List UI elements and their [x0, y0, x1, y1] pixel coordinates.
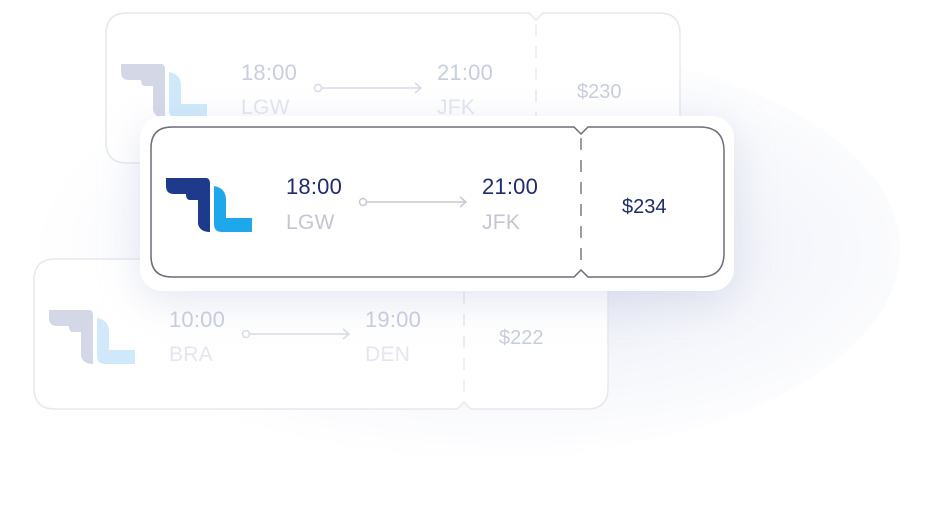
- ticket-price: $230: [577, 81, 622, 103]
- route-arrow-icon: [241, 328, 351, 340]
- arrival-airport-code: JFK: [482, 211, 521, 234]
- arrival-time: 19:00: [365, 307, 422, 332]
- airline-wing-logo-icon: [49, 310, 135, 364]
- departure-airport-code: BRA: [169, 343, 214, 366]
- departure-time: 10:00: [169, 307, 226, 332]
- route-arrow-icon: [358, 196, 468, 208]
- arrival-time: 21:00: [482, 174, 539, 199]
- airline-wing-logo-icon: [121, 64, 207, 118]
- route-arrow-icon: [313, 82, 423, 94]
- departure-airport-code: LGW: [286, 211, 335, 234]
- departure-time: 18:00: [241, 60, 298, 85]
- departure-time: 18:00: [286, 174, 343, 199]
- ticket-price: $234: [622, 196, 667, 218]
- arrival-airport-code: DEN: [365, 343, 411, 366]
- flight-ticket-lgw-jfk-234[interactable]: 18:00 LGW 21:00 JFK $234: [150, 126, 726, 278]
- arrival-time: 21:00: [437, 60, 494, 85]
- ticket-price: $222: [499, 327, 544, 349]
- airline-wing-logo-icon: [166, 178, 252, 232]
